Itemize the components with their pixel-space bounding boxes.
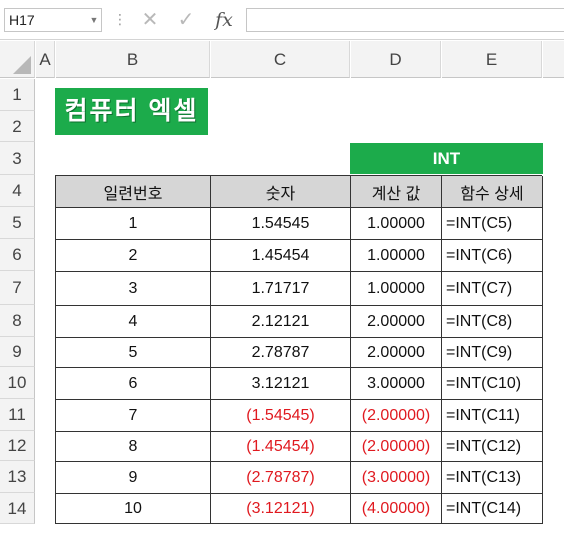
cell-formula[interactable]: =INT(C6) xyxy=(441,239,542,271)
column-header-f[interactable] xyxy=(543,41,564,78)
cell-formula[interactable]: =INT(C7) xyxy=(441,271,542,305)
cell-number[interactable]: (1.54545) xyxy=(210,399,350,431)
cell-formula[interactable]: =INT(C11) xyxy=(441,399,542,431)
select-all-corner[interactable] xyxy=(0,41,35,78)
cell-serial[interactable]: 4 xyxy=(55,305,210,337)
cell-result[interactable]: 1.00000 xyxy=(350,207,441,239)
column-header-e[interactable]: E xyxy=(442,41,542,78)
cell-number[interactable]: (3.12121) xyxy=(210,493,350,524)
cell-number[interactable]: 1.45454 xyxy=(210,239,350,271)
cell-serial[interactable]: 3 xyxy=(55,271,210,305)
row-header-5[interactable]: 5 xyxy=(0,207,35,239)
row-header-8[interactable]: 8 xyxy=(0,305,35,337)
table-formula-header[interactable]: 함수 상세 xyxy=(441,175,542,207)
row-header-9[interactable]: 9 xyxy=(0,337,35,367)
cell-result[interactable]: (2.00000) xyxy=(350,399,441,431)
cell-result[interactable]: (3.00000) xyxy=(350,461,441,493)
cell-formula[interactable]: =INT(C13) xyxy=(441,461,542,493)
title-badge: 컴퓨터 엑셀 xyxy=(55,88,208,135)
row-header-13[interactable]: 13 xyxy=(0,461,35,493)
more-options-icon[interactable]: ⋮ xyxy=(113,8,127,32)
cell-number[interactable]: 2.12121 xyxy=(210,305,350,337)
formula-bar: H17 ▼ ⋮ ✕ ✓ fx xyxy=(0,0,564,40)
cell-result[interactable]: (4.00000) xyxy=(350,493,441,524)
cell-formula[interactable]: =INT(C12) xyxy=(441,431,542,461)
cell-number[interactable]: (2.78787) xyxy=(210,461,350,493)
row-header-11[interactable]: 11 xyxy=(0,399,35,431)
cell-serial[interactable]: 5 xyxy=(55,337,210,367)
column-header-a[interactable]: A xyxy=(36,41,55,78)
row-header-7[interactable]: 7 xyxy=(0,271,35,305)
cell-number[interactable]: 1.71717 xyxy=(210,271,350,305)
row-header-2[interactable]: 2 xyxy=(0,111,35,142)
cell-formula[interactable]: =INT(C14) xyxy=(441,493,542,524)
cell-formula[interactable]: =INT(C8) xyxy=(441,305,542,337)
cell-formula[interactable]: =INT(C5) xyxy=(441,207,542,239)
enter-icon[interactable]: ✓ xyxy=(172,7,200,33)
cell-result[interactable]: (2.00000) xyxy=(350,431,441,461)
cell-number[interactable]: 3.12121 xyxy=(210,367,350,399)
int-header: INT xyxy=(350,143,543,174)
cell-number[interactable]: 1.54545 xyxy=(210,207,350,239)
cell-serial[interactable]: 1 xyxy=(55,207,210,239)
cell-formula[interactable]: =INT(C10) xyxy=(441,367,542,399)
cell-serial[interactable]: 8 xyxy=(55,431,210,461)
cell-result[interactable]: 2.00000 xyxy=(350,305,441,337)
cell-result[interactable]: 3.00000 xyxy=(350,367,441,399)
row-header-3[interactable]: 3 xyxy=(0,142,35,175)
row-header-14[interactable]: 14 xyxy=(0,493,35,524)
cell-result[interactable]: 1.00000 xyxy=(350,239,441,271)
insert-function-icon[interactable]: fx xyxy=(210,7,238,33)
chevron-down-icon[interactable]: ▼ xyxy=(87,8,101,32)
row-header-4[interactable]: 4 xyxy=(0,175,35,207)
cell-serial[interactable]: 7 xyxy=(55,399,210,431)
table-serial-header[interactable]: 일련번호 xyxy=(55,175,210,207)
column-header-c[interactable]: C xyxy=(211,41,350,78)
row-header-10[interactable]: 10 xyxy=(0,367,35,399)
cell-serial[interactable]: 10 xyxy=(55,493,210,524)
column-header-d[interactable]: D xyxy=(351,41,441,78)
formula-input[interactable] xyxy=(246,8,564,32)
cell-formula[interactable]: =INT(C9) xyxy=(441,337,542,367)
row-header-6[interactable]: 6 xyxy=(0,239,35,271)
table-result-header[interactable]: 계산 값 xyxy=(350,175,441,207)
cell-number[interactable]: (1.45454) xyxy=(210,431,350,461)
row-header-1[interactable]: 1 xyxy=(0,79,35,111)
table-border xyxy=(542,176,543,524)
cell-serial[interactable]: 2 xyxy=(55,239,210,271)
cell-serial[interactable]: 9 xyxy=(55,461,210,493)
cell-result[interactable]: 2.00000 xyxy=(350,337,441,367)
table-number-header[interactable]: 숫자 xyxy=(210,175,350,207)
cell-number[interactable]: 2.78787 xyxy=(210,337,350,367)
cancel-icon[interactable]: ✕ xyxy=(136,7,164,33)
column-header-b[interactable]: B xyxy=(56,41,210,78)
row-header-12[interactable]: 12 xyxy=(0,431,35,461)
cell-serial[interactable]: 6 xyxy=(55,367,210,399)
table-border xyxy=(55,523,543,524)
cell-result[interactable]: 1.00000 xyxy=(350,271,441,305)
